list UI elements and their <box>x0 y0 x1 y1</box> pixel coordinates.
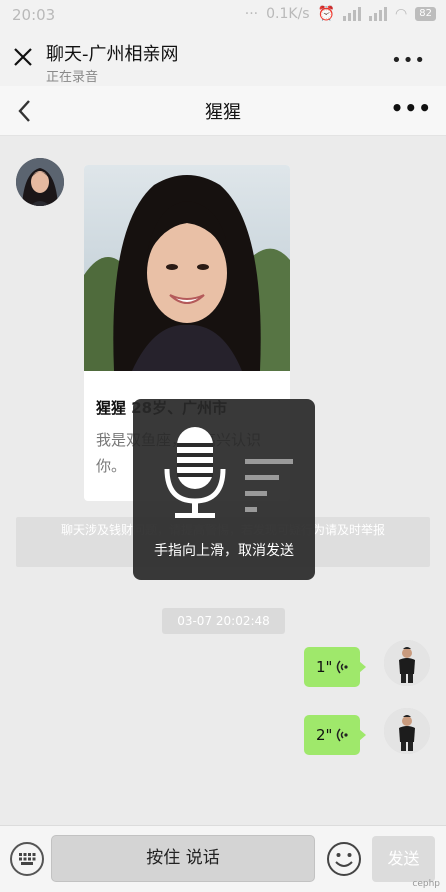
net-speed: 0.1K/s <box>266 6 310 22</box>
my-avatar[interactable] <box>384 640 430 686</box>
close-icon[interactable] <box>12 46 34 68</box>
keyboard-toggle-icon[interactable] <box>10 842 44 876</box>
status-time: 20:03 <box>12 6 56 24</box>
status-bar: 20:03 ··· 0.1K/s ⏰ ◠ 82 <box>0 0 446 32</box>
contact-name: 猩猩 <box>205 102 241 123</box>
cancel-hint: 手指向上滑，取消发送 <box>154 543 294 559</box>
voice-duration: 1" <box>316 658 333 676</box>
signal-icon <box>343 7 362 21</box>
status-icons: ··· 0.1K/s ⏰ ◠ 82 <box>245 6 436 22</box>
voice-message[interactable]: 2" <box>304 715 366 755</box>
message-timestamp: 03-07 20:02:48 <box>162 608 285 634</box>
app-title: 聊天-广州相亲网 <box>46 44 179 65</box>
watermark: cephp <box>412 879 440 889</box>
battery-icon: 82 <box>415 7 436 21</box>
alarm-icon: ⏰ <box>317 6 336 22</box>
send-button[interactable]: 发送 <box>372 836 435 882</box>
more-menu-icon[interactable]: ••• <box>391 50 426 71</box>
signal-2-icon <box>369 7 388 21</box>
voice-wave-icon <box>336 728 348 742</box>
recording-overlay: 手指向上滑，取消发送 <box>133 399 315 580</box>
my-avatar-image <box>384 640 430 686</box>
my-avatar-image <box>384 708 430 754</box>
voice-message[interactable]: 1" <box>304 647 366 687</box>
app-header: 聊天-广州相亲网 正在录音 ••• <box>0 32 446 86</box>
chat-nav-bar: 猩猩 ••• <box>0 86 446 136</box>
recording-status: 正在录音 <box>46 70 99 85</box>
voice-duration: 2" <box>316 726 333 744</box>
contact-avatar[interactable] <box>16 158 64 206</box>
wifi-icon: ◠ <box>395 6 408 22</box>
chat-more-icon[interactable]: ••• <box>391 96 432 120</box>
volume-level-icon <box>245 459 293 512</box>
voice-wave-icon <box>336 660 348 674</box>
microphone-icon <box>164 427 226 518</box>
profile-photo <box>84 165 290 371</box>
emoji-icon[interactable] <box>326 841 362 877</box>
my-avatar[interactable] <box>384 708 430 754</box>
contact-avatar-image <box>16 158 64 206</box>
input-bar: 按住 说话 发送 <box>0 825 446 892</box>
dots-icon: ··· <box>244 6 259 22</box>
keyboard-icon <box>19 853 36 865</box>
hold-to-talk-button[interactable]: 按住 说话 <box>51 835 315 882</box>
